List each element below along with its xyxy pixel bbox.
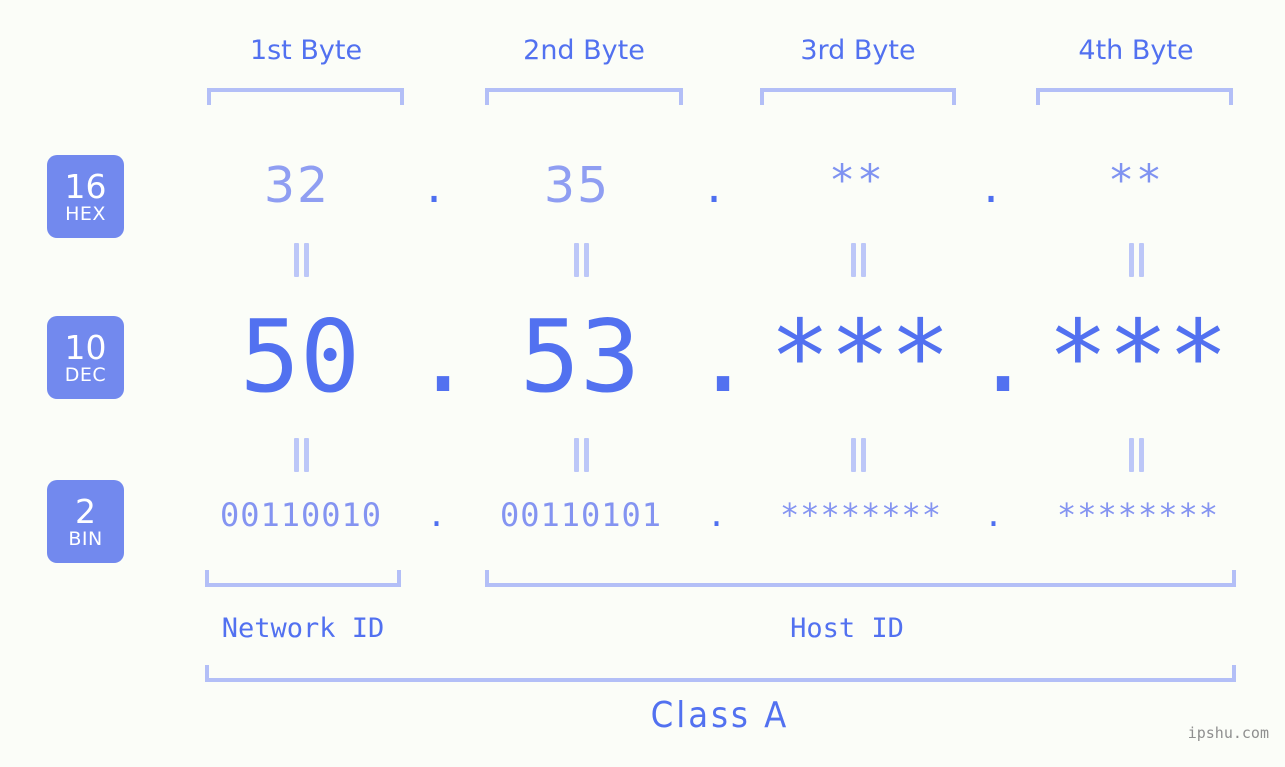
radix-badge-bin-name: BIN <box>68 527 103 550</box>
bin-separator-2: . <box>706 496 728 534</box>
bin-separator-3: . <box>983 496 1005 534</box>
byte-header-label-2: 2nd Byte <box>523 35 645 66</box>
equals-marker-icon-dec-bin-3 <box>845 438 871 472</box>
radix-badge-hex-name: HEX <box>65 202 106 225</box>
byte-header-label-1: 1st Byte <box>249 35 363 66</box>
bin-byte-3: ******** <box>779 496 943 534</box>
equals-marker-icon-hex-dec-1 <box>288 243 314 277</box>
hex-separator-3: . <box>983 157 1001 214</box>
site-watermark: ipshu.com <box>1187 724 1269 742</box>
byte-bracket-top-4 <box>1036 88 1233 105</box>
class-label: Class A <box>650 695 790 736</box>
radix-badge-bin-number: 2 <box>75 491 96 531</box>
host-id-bracket <box>485 570 1236 587</box>
equals-marker-icon-dec-bin-4 <box>1123 438 1149 472</box>
equals-marker-icon-hex-dec-3 <box>845 243 871 277</box>
equals-marker-icon-dec-bin-1 <box>288 438 314 472</box>
dec-separator-1: . <box>413 298 474 415</box>
radix-badge-hex-number: 16 <box>64 166 107 206</box>
equals-marker-icon-dec-bin-2 <box>568 438 594 472</box>
bin-byte-2: 00110101 <box>499 496 663 534</box>
dec-byte-1: 50 <box>239 298 361 415</box>
byte-header-label-4: 4th Byte <box>1078 35 1194 66</box>
dec-separator-2: . <box>693 298 754 415</box>
byte-bracket-top-2 <box>485 88 683 105</box>
byte-bracket-top-3 <box>760 88 956 105</box>
bin-byte-4: ******** <box>1056 496 1220 534</box>
equals-marker-icon-hex-dec-4 <box>1123 243 1149 277</box>
network-id-bracket <box>205 570 401 587</box>
radix-badge-hex: 16 HEX <box>47 155 124 238</box>
hex-byte-3: ** <box>829 156 885 206</box>
hex-byte-2: 35 <box>543 157 611 214</box>
bin-byte-1: 00110010 <box>219 496 383 534</box>
class-bracket <box>205 665 1236 682</box>
dec-byte-3: *** <box>769 298 951 415</box>
bin-separator-1: . <box>426 496 448 534</box>
hex-separator-1: . <box>426 157 444 214</box>
dec-separator-3: . <box>973 298 1034 415</box>
hex-separator-2: . <box>706 157 724 214</box>
equals-marker-icon-hex-dec-2 <box>568 243 594 277</box>
dec-byte-2: 53 <box>519 298 641 415</box>
network-id-label: Network ID <box>221 613 385 644</box>
radix-badge-dec-name: DEC <box>64 363 107 386</box>
radix-badge-dec: 10 DEC <box>47 316 124 399</box>
dec-byte-4: *** <box>1047 298 1229 415</box>
host-id-label: Host ID <box>790 613 904 644</box>
ip-byte-breakdown-diagram: 1st Byte 2nd Byte 3rd Byte 4th Byte 16 H… <box>0 0 1285 767</box>
byte-header-label-3: 3rd Byte <box>800 35 916 66</box>
hex-byte-4: ** <box>1108 156 1164 206</box>
radix-badge-dec-number: 10 <box>64 327 107 367</box>
hex-byte-1: 32 <box>263 157 331 214</box>
radix-badge-bin: 2 BIN <box>47 480 124 563</box>
byte-bracket-top-1 <box>207 88 404 105</box>
